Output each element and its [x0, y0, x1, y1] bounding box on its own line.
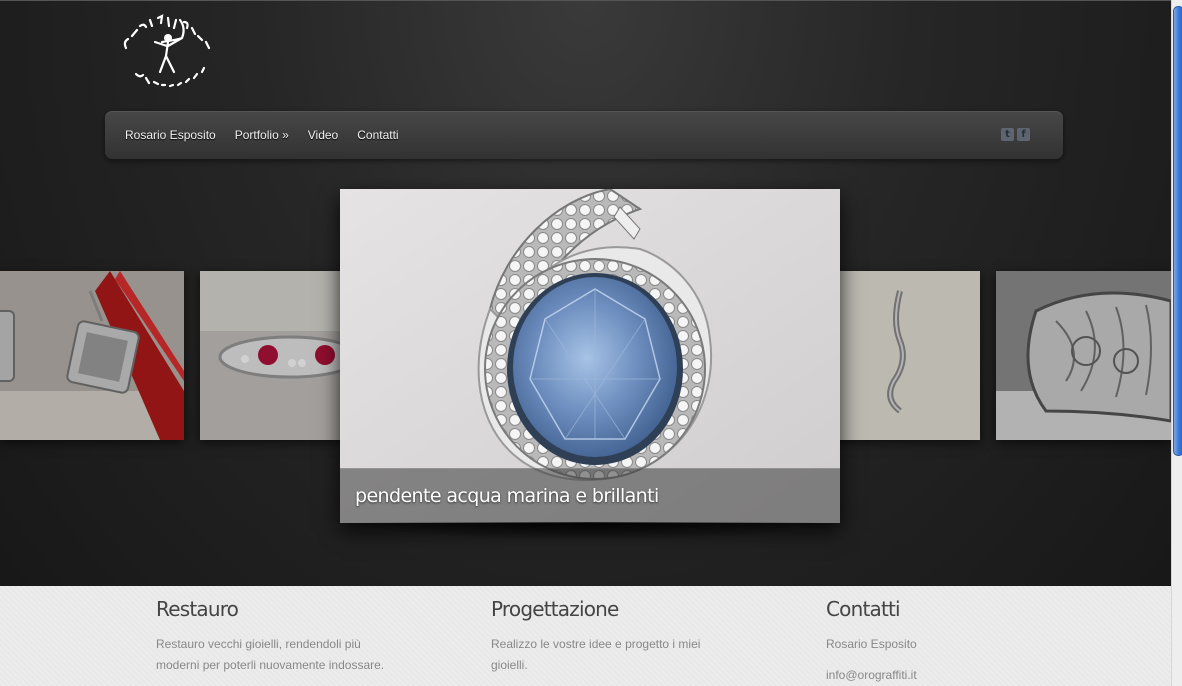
footer-line: moderni per poterli nuovamente indossare… — [156, 658, 385, 672]
slide-thumb-engraved-ring[interactable] — [996, 271, 1171, 440]
thumb-overlay — [200, 271, 350, 440]
twitter-icon[interactable]: t — [1001, 128, 1014, 141]
footer-line: Realizzo le vostre idee e progetto i mie… — [491, 637, 701, 651]
social-links: t f — [1001, 128, 1030, 141]
slide-thumb-ruby-ring[interactable] — [200, 271, 350, 440]
nav-item-rosario-esposito[interactable]: Rosario Esposito — [125, 128, 216, 142]
contact-name: Rosario Esposito — [826, 637, 917, 651]
slide-shadow — [350, 522, 830, 540]
page: Rosario Esposito Portfolio » Video Conta… — [0, 0, 1171, 686]
active-slide[interactable]: pendente acqua marina e brillanti — [340, 189, 840, 523]
footer: Restauro Restauro vecchi gioielli, rende… — [0, 586, 1171, 686]
footer-column-contatti: Contatti Rosario Esposito info@orograffi… — [826, 586, 1086, 686]
thumb-overlay — [0, 271, 184, 440]
nav-item-video[interactable]: Video — [308, 128, 338, 142]
thumb-overlay — [996, 271, 1171, 440]
facebook-icon[interactable]: f — [1017, 128, 1030, 141]
logo-graphic — [123, 14, 211, 88]
image-slider: pendente acqua marina e brillanti — [0, 188, 1171, 548]
slide-thumb-earrings[interactable] — [0, 271, 184, 440]
footer-text-progettazione: Realizzo le vostre idee e progetto i mie… — [491, 634, 751, 676]
nav-item-portfolio[interactable]: Portfolio » — [235, 128, 289, 142]
footer-text-contatti: Rosario Esposito info@orograffiti.it — [826, 629, 1086, 686]
slide-caption-text: pendente acqua marina e brillanti — [355, 485, 659, 507]
slide-caption: pendente acqua marina e brillanti — [340, 468, 840, 523]
nav-item-contatti[interactable]: Contatti — [357, 128, 398, 142]
top-border — [0, 0, 1171, 1]
footer-title-restauro: Restauro — [156, 597, 239, 621]
scrollbar-thumb[interactable] — [1173, 6, 1182, 456]
footer-column-progettazione: Progettazione Realizzo le vostre idee e … — [491, 586, 751, 676]
slide-thumb-silver-pendant[interactable] — [830, 271, 980, 440]
nav-menu: Rosario Esposito Portfolio » Video Conta… — [125, 111, 399, 159]
main-navbar: Rosario Esposito Portfolio » Video Conta… — [105, 111, 1063, 159]
contact-email-link[interactable]: info@orograffiti.it — [826, 660, 1086, 686]
thumb-overlay — [830, 271, 980, 440]
footer-text-restauro: Restauro vecchi gioielli, rendendoli più… — [156, 634, 416, 676]
footer-title-progettazione: Progettazione — [491, 597, 619, 621]
footer-line: gioielli. — [491, 658, 528, 672]
footer-title-contatti: Contatti — [826, 597, 901, 621]
footer-line: Restauro vecchi gioielli, rendendoli più — [156, 637, 361, 651]
vertical-scrollbar[interactable] — [1171, 0, 1182, 686]
footer-column-restauro: Restauro Restauro vecchi gioielli, rende… — [156, 586, 416, 676]
logo[interactable] — [118, 8, 228, 104]
